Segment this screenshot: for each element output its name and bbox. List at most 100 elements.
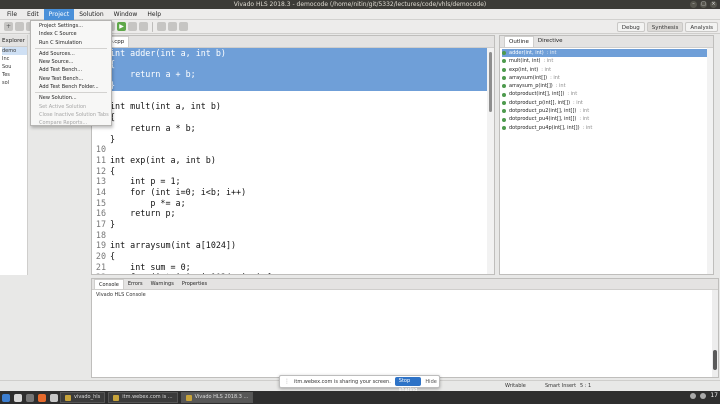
- window-controls: – □ ×: [690, 1, 717, 8]
- code-line[interactable]: 13 int p = 1;: [92, 176, 488, 187]
- tree-item-project[interactable]: demo: [2, 47, 27, 55]
- menu-project[interactable]: Project: [43, 8, 75, 20]
- tab-outline[interactable]: Outline: [504, 36, 534, 47]
- code-line[interactable]: 17}: [92, 219, 488, 230]
- outline-item-name: dotproduct_pu4(int[], int[]): [509, 116, 577, 123]
- open-icon[interactable]: [15, 22, 24, 31]
- code-line[interactable]: int mult(int a, int b): [92, 101, 488, 112]
- code-line[interactable]: 20 {: [92, 251, 488, 262]
- tab-console[interactable]: Console: [94, 279, 124, 289]
- menu-edit[interactable]: Edit: [22, 9, 44, 20]
- outline-item[interactable]: dotproduct_pu4(int[], int[]): int: [502, 115, 711, 123]
- editor-scrollbar[interactable]: [487, 48, 494, 274]
- project-tree: demo Inc Sou Tes sol: [0, 47, 27, 87]
- outline-item[interactable]: dotproduct(int[], int[]): int: [502, 90, 711, 98]
- menu-window[interactable]: Window: [109, 9, 143, 20]
- project-menu-item[interactable]: Add Test Bench Folder...: [31, 83, 111, 91]
- export-icon[interactable]: [139, 22, 148, 31]
- task-label: Vivado HLS 2018.3 ...: [194, 394, 249, 400]
- task-vivado-window[interactable]: Vivado HLS 2018.3 ...: [180, 392, 254, 403]
- code-line[interactable]: 19 int arraysum(int a[1024]): [92, 240, 488, 251]
- project-menu-item[interactable]: Run C Simulation: [31, 39, 111, 47]
- code-line[interactable]: int adder(int a, int b): [92, 48, 488, 59]
- outline-item[interactable]: exp(int, int): int: [502, 66, 711, 74]
- open-report-icon[interactable]: [157, 22, 166, 31]
- code-line[interactable]: 18: [92, 230, 488, 241]
- new-file-icon[interactable]: +: [4, 22, 13, 31]
- run-icon[interactable]: ▶: [117, 22, 126, 31]
- outline-item[interactable]: dotproduct_pu4p(int[], int[]): int: [502, 124, 711, 132]
- menu-file[interactable]: File: [2, 9, 22, 20]
- code-line[interactable]: 12 {: [92, 166, 488, 177]
- code-line[interactable]: 10: [92, 144, 488, 155]
- tree-item-testbench[interactable]: Tes: [2, 71, 27, 79]
- outline-item[interactable]: dotproduct_p(int[], int[]): int: [502, 99, 711, 107]
- outline-item[interactable]: dotproduct_pu2(int[], int[]): int: [502, 107, 711, 115]
- outline-item[interactable]: arraysum_p(int[]): int: [502, 82, 711, 90]
- project-menu-item[interactable]: New Solution...: [31, 94, 111, 102]
- scrollbar-thumb[interactable]: [489, 52, 492, 112]
- code-line[interactable]: [92, 91, 488, 102]
- tab-properties[interactable]: Properties: [178, 279, 211, 289]
- stop-sharing-button[interactable]: Stop sharing: [394, 377, 422, 393]
- text-editor-icon[interactable]: [50, 393, 58, 402]
- code-line[interactable]: 21 int sum = 0;: [92, 262, 488, 273]
- code-line[interactable]: }: [92, 80, 488, 91]
- outline-item-name: dotproduct_pu4p(int[], int[]): [509, 124, 580, 131]
- drag-handle-icon[interactable]: ⋮: [284, 378, 290, 385]
- code-area[interactable]: int adder(int a, int b){ return a + b;} i…: [92, 48, 488, 274]
- compare-reports-icon[interactable]: [168, 22, 177, 31]
- outline-item[interactable]: mult(int, int): int: [502, 57, 711, 65]
- project-menu-item[interactable]: Project Settings...: [31, 22, 111, 30]
- tree-item-includes[interactable]: Inc: [2, 55, 27, 63]
- code-line[interactable]: return a * b;: [92, 123, 488, 134]
- tree-item-solution[interactable]: sol: [2, 79, 27, 87]
- files-icon[interactable]: [14, 393, 22, 402]
- start-menu-icon[interactable]: [2, 393, 10, 402]
- menu-help[interactable]: Help: [142, 9, 166, 20]
- volume-icon[interactable]: [700, 392, 707, 399]
- browser-icon[interactable]: [38, 393, 46, 402]
- network-icon[interactable]: [690, 392, 697, 399]
- code-line[interactable]: 22 for (int i=0; i<1024; i++) {: [92, 272, 488, 274]
- code-line[interactable]: return a + b;: [92, 69, 488, 81]
- explorer-tab[interactable]: Explorer: [0, 35, 27, 47]
- hide-button[interactable]: Hide: [425, 379, 440, 385]
- task-vivado-hls[interactable]: vivado_hls: [60, 392, 106, 403]
- close-icon[interactable]: ×: [710, 1, 717, 8]
- code-line[interactable]: 11 int exp(int a, int b): [92, 155, 488, 166]
- project-menu-item[interactable]: New Test Bench...: [31, 75, 111, 83]
- outline-item[interactable]: arraysum(int[]): int: [502, 74, 711, 82]
- code-line[interactable]: {: [92, 58, 488, 70]
- tab-directive[interactable]: Directive: [534, 36, 567, 47]
- code-line[interactable]: 14 for (int i=0; i<b; i++): [92, 187, 488, 198]
- tab-warnings[interactable]: Warnings: [147, 279, 178, 289]
- outline-scrollbar[interactable]: [707, 48, 713, 274]
- code-line[interactable]: {: [92, 112, 488, 123]
- task-webex[interactable]: itm.webex.com is ...: [108, 392, 178, 403]
- window-title: Vivado HLS 2018.3 - democode (/home/niti…: [233, 1, 487, 8]
- project-menu-item[interactable]: Add Sources...: [31, 50, 111, 58]
- maximize-icon[interactable]: □: [700, 1, 707, 8]
- scrollbar-thumb[interactable]: [713, 350, 717, 370]
- console-scrollbar[interactable]: [712, 290, 718, 377]
- minimize-icon[interactable]: –: [690, 1, 697, 8]
- outline-item[interactable]: adder(int, int): int: [502, 49, 711, 58]
- clock[interactable]: 17: [710, 392, 718, 399]
- project-menu-item[interactable]: Add Test Bench...: [31, 66, 111, 74]
- terminal-icon[interactable]: [26, 393, 34, 402]
- open-wave-icon[interactable]: [179, 22, 188, 31]
- perspective-debug[interactable]: Debug: [616, 22, 645, 32]
- perspective-analysis[interactable]: Analysis: [685, 22, 718, 32]
- code-line[interactable]: }: [92, 134, 488, 145]
- code-line[interactable]: 15 p *= a;: [92, 198, 488, 209]
- project-menu-item[interactable]: Index C Source: [31, 30, 111, 38]
- tab-errors[interactable]: Errors: [124, 279, 147, 289]
- perspective-synthesis[interactable]: Synthesis: [646, 22, 684, 32]
- code-line[interactable]: 16 return p;: [92, 208, 488, 219]
- project-menu-item[interactable]: New Source...: [31, 58, 111, 66]
- cosim-icon[interactable]: [128, 22, 137, 31]
- tree-item-source[interactable]: Sou: [2, 63, 27, 71]
- function-icon: [502, 84, 506, 89]
- menu-solution[interactable]: Solution: [74, 9, 108, 20]
